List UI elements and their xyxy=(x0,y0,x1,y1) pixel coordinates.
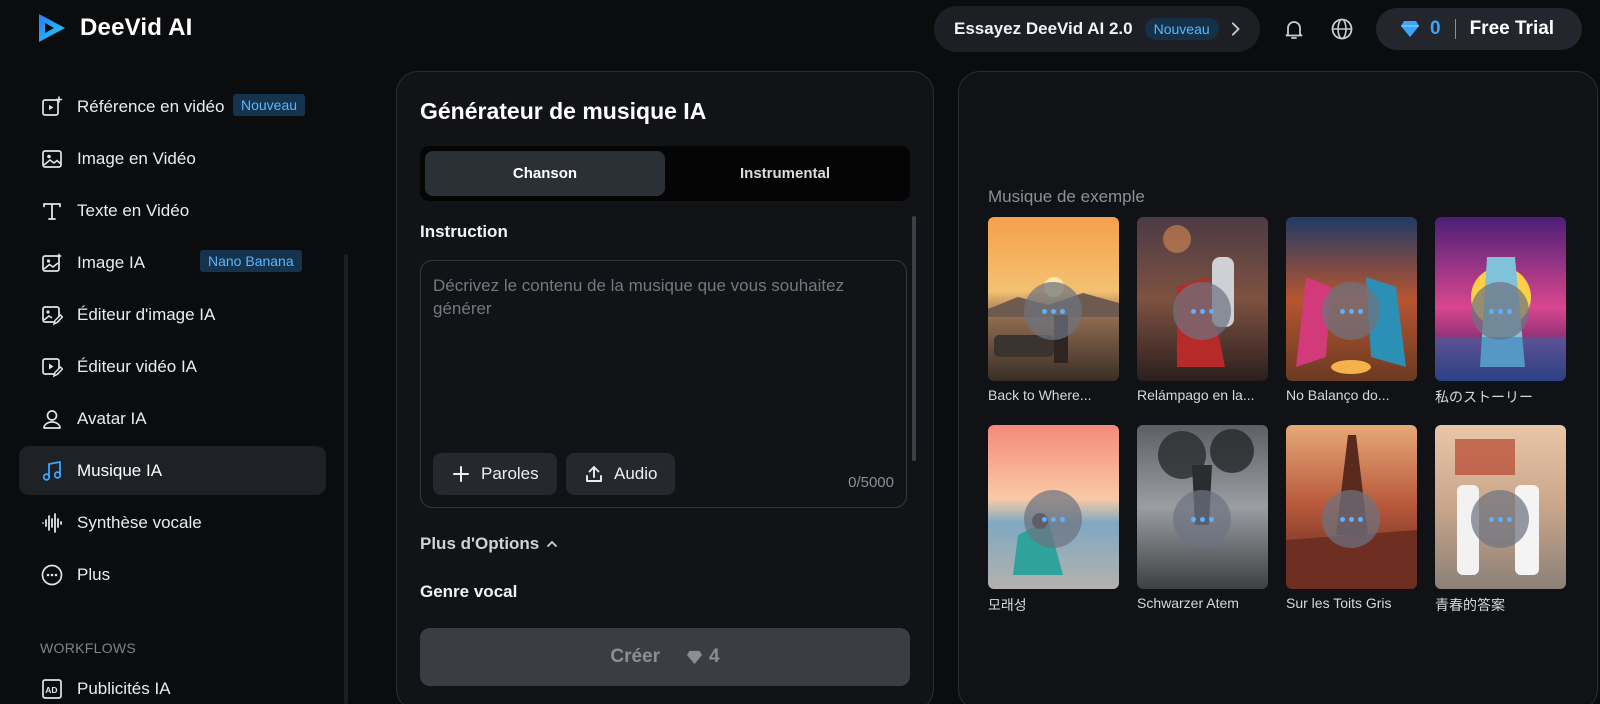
more-options-toggle[interactable]: Plus d'Options xyxy=(420,534,559,554)
promo-text: Essayez DeeVid AI 2.0 xyxy=(954,19,1133,38)
more-options-icon[interactable] xyxy=(1024,490,1082,548)
sidebar: Référence en vidéo Nouveau Image en Vidé… xyxy=(0,80,350,704)
logo-play-icon xyxy=(39,14,65,42)
add-lyrics-button[interactable]: Paroles xyxy=(433,453,557,495)
globe-icon[interactable] xyxy=(1330,17,1354,41)
text-icon xyxy=(43,202,61,220)
example-title: Relámpago en la... xyxy=(1137,387,1255,403)
example-title: Sur les Toits Gris xyxy=(1286,595,1392,611)
chevron-up-icon xyxy=(547,540,558,547)
new-badge: Nouveau xyxy=(233,94,306,116)
sidebar-item-ai-image[interactable]: Image IA Nano Banana xyxy=(19,238,326,287)
sidebar-item-text-to-video[interactable]: Texte en Vidéo xyxy=(19,186,326,235)
app-root: DeeVid AI Essayez DeeVid AI 2.0 Nouveau … xyxy=(0,0,1600,704)
credits-trial-button[interactable]: 0 Free Trial xyxy=(1376,8,1582,50)
examples-panel: Musique de exemple Back to Where... Relá… xyxy=(958,71,1598,704)
sidebar-item-label: Texte en Vidéo xyxy=(77,200,190,220)
video-edit-icon xyxy=(42,357,63,377)
brand-logo[interactable]: DeeVid AI xyxy=(36,12,193,44)
instruction-label: Instruction xyxy=(420,222,508,241)
tab-instrumental[interactable]: Instrumental xyxy=(665,151,905,196)
sidebar-item-label: Musique IA xyxy=(77,460,163,480)
more-options-icon[interactable] xyxy=(1471,282,1529,340)
more-options-icon[interactable] xyxy=(1173,282,1231,340)
separator xyxy=(1454,19,1456,39)
more-options-icon[interactable] xyxy=(1322,282,1380,340)
tab-song[interactable]: Chanson xyxy=(425,151,665,196)
diamond-icon xyxy=(687,650,703,664)
sidebar-item-label: Référence en vidéo xyxy=(77,96,225,116)
svg-text:AD: AD xyxy=(45,685,57,695)
plus-icon xyxy=(453,466,469,482)
panel-scrollbar[interactable] xyxy=(912,216,916,461)
try-new-version-button[interactable]: Essayez DeeVid AI 2.0 Nouveau xyxy=(934,6,1260,52)
char-counter: 0/5000 xyxy=(848,474,894,491)
brand-name: DeeVid AI xyxy=(80,14,193,41)
music-icon xyxy=(42,460,62,481)
image-edit-icon xyxy=(42,305,63,325)
music-generator-panel: Générateur de musique IA Chanson Instrum… xyxy=(396,71,934,704)
sidebar-item-ai-music[interactable]: Musique IA xyxy=(19,446,326,495)
create-button[interactable]: Créer 4 xyxy=(420,628,910,686)
sidebar-item-ai-video-editor[interactable]: Éditeur vidéo IA xyxy=(19,342,326,391)
avatar-icon xyxy=(43,409,61,429)
sidebar-item-text-to-speech[interactable]: Synthèse vocale xyxy=(19,498,326,547)
upload-audio-button[interactable]: Audio xyxy=(566,453,676,495)
sidebar-item-video-reference[interactable]: Référence en vidéo Nouveau xyxy=(19,82,326,131)
example-title: Schwarzer Atem xyxy=(1137,595,1239,611)
chevron-right-icon xyxy=(1231,22,1240,36)
diamond-icon xyxy=(1401,21,1419,37)
examples-title: Musique de exemple xyxy=(988,187,1145,206)
sidebar-item-label: Image en Vidéo xyxy=(77,148,196,168)
sidebar-item-ai-image-editor[interactable]: Éditeur d'image IA xyxy=(19,290,326,339)
workflows-heading: WORKFLOWS xyxy=(40,640,137,656)
example-title: No Balanço do... xyxy=(1286,387,1390,403)
sidebar-item-ai-avatar[interactable]: Avatar IA xyxy=(19,394,326,443)
create-label: Créer xyxy=(610,646,661,667)
sidebar-item-ai-ads[interactable]: AD Publicités IA xyxy=(19,664,326,704)
ai-image-icon xyxy=(42,252,62,272)
more-options-icon[interactable] xyxy=(1173,490,1231,548)
more-options-icon[interactable] xyxy=(1322,490,1380,548)
sidebar-item-image-to-video[interactable]: Image en Vidéo xyxy=(19,134,326,183)
upload-icon xyxy=(586,466,602,482)
prompt-placeholder: Décrivez le contenu de la musique que vo… xyxy=(433,276,845,318)
promo-badge: Nouveau xyxy=(1144,18,1219,40)
page-title: Générateur de musique IA xyxy=(420,98,707,124)
more-icon xyxy=(41,564,63,585)
prompt-input[interactable]: Décrivez le contenu de la musique que vo… xyxy=(420,260,907,508)
example-title: Back to Where... xyxy=(988,387,1092,403)
nano-banana-badge: Nano Banana xyxy=(200,250,302,272)
upload-audio-label: Audio xyxy=(614,464,658,483)
example-title: 青春的答案 xyxy=(1435,597,1505,613)
more-options-icon[interactable] xyxy=(1024,282,1082,340)
ads-icon: AD xyxy=(42,678,62,699)
sidebar-item-label: Publicités IA xyxy=(77,678,171,698)
create-cost-value: 4 xyxy=(709,646,720,667)
waveform-icon xyxy=(42,512,62,533)
free-trial-label: Free Trial xyxy=(1469,18,1555,39)
video-reference-icon xyxy=(42,95,63,116)
sidebar-item-label: Avatar IA xyxy=(77,408,147,428)
sidebar-item-more[interactable]: Plus xyxy=(19,550,326,599)
more-options-icon[interactable] xyxy=(1471,490,1529,548)
sidebar-scrollbar[interactable] xyxy=(344,254,348,704)
vocal-genre-label: Genre vocal xyxy=(420,582,518,601)
mode-tabs: Chanson Instrumental xyxy=(420,146,910,201)
bell-icon[interactable] xyxy=(1282,17,1306,41)
sidebar-item-label: Éditeur vidéo IA xyxy=(77,356,198,376)
sidebar-item-label: Plus xyxy=(77,564,111,584)
image-icon xyxy=(42,149,62,168)
more-options-label: Plus d'Options xyxy=(420,534,540,553)
credit-count: 0 xyxy=(1430,18,1441,39)
sidebar-item-label: Éditeur d'image IA xyxy=(77,304,216,324)
create-cost: 4 xyxy=(686,646,720,668)
sidebar-item-label: Synthèse vocale xyxy=(77,512,202,532)
sidebar-item-label: Image IA xyxy=(77,252,146,272)
example-title: 모래성 xyxy=(988,597,1027,613)
add-lyrics-label: Paroles xyxy=(481,464,539,483)
example-title: 私のストーリー xyxy=(1435,389,1533,405)
